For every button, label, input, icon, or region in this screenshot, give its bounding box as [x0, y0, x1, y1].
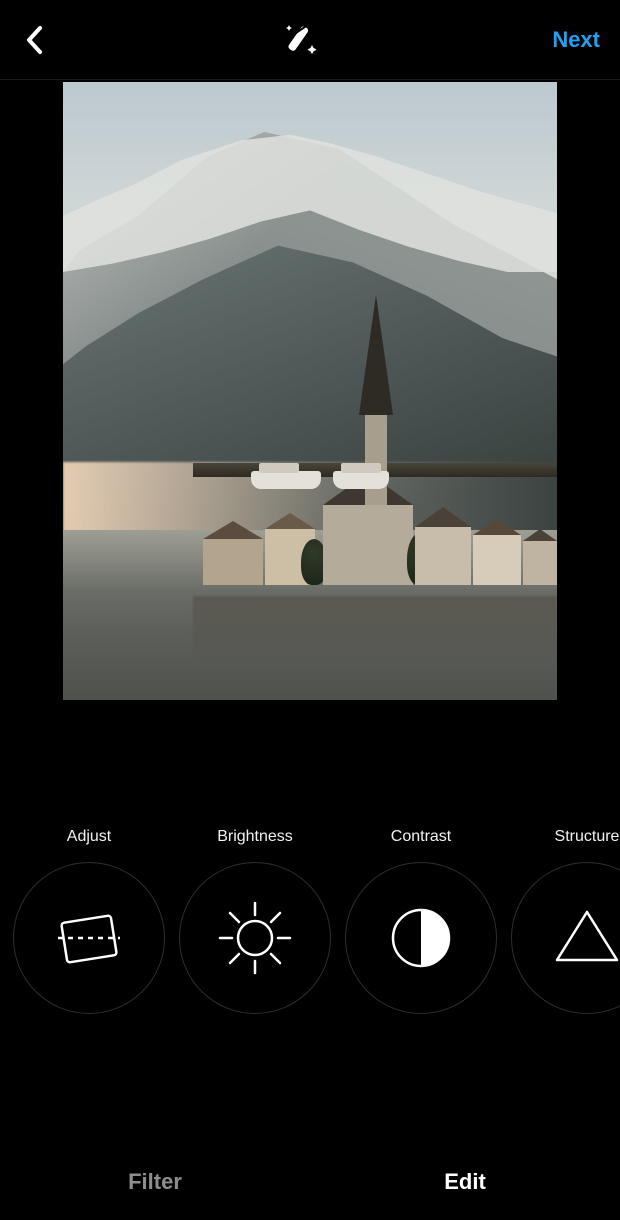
tool-structure[interactable]: Structure	[504, 828, 620, 1014]
tool-label: Contrast	[391, 828, 451, 848]
tool-contrast[interactable]: Contrast	[338, 828, 504, 1014]
tool-circle	[179, 862, 331, 1014]
chevron-left-icon	[25, 25, 45, 55]
tool-circle	[345, 862, 497, 1014]
tab-filter[interactable]: Filter	[0, 1152, 310, 1212]
tool-circle	[511, 862, 620, 1014]
bottom-tabs: Filter Edit	[0, 1152, 620, 1212]
tool-label: Brightness	[217, 828, 293, 848]
back-button[interactable]	[20, 25, 50, 55]
tool-brightness[interactable]: Brightness	[172, 828, 338, 1014]
contrast-icon	[386, 903, 456, 973]
header: Next	[0, 0, 620, 80]
photo-preview[interactable]	[63, 82, 557, 700]
adjust-icon	[50, 899, 128, 977]
photo-preview-area	[0, 80, 620, 700]
auto-enhance-button[interactable]	[281, 20, 321, 60]
tool-label: Adjust	[67, 828, 111, 848]
brightness-icon	[212, 895, 298, 981]
tool-label: Structure	[555, 828, 620, 848]
tool-circle	[13, 862, 165, 1014]
next-button[interactable]: Next	[552, 27, 600, 53]
tab-edit[interactable]: Edit	[310, 1152, 620, 1212]
magic-wand-icon	[282, 21, 320, 59]
edit-tools-strip[interactable]: Adjust Brightness	[0, 828, 620, 1014]
tool-adjust[interactable]: Adjust	[6, 828, 172, 1014]
structure-icon	[549, 900, 620, 976]
